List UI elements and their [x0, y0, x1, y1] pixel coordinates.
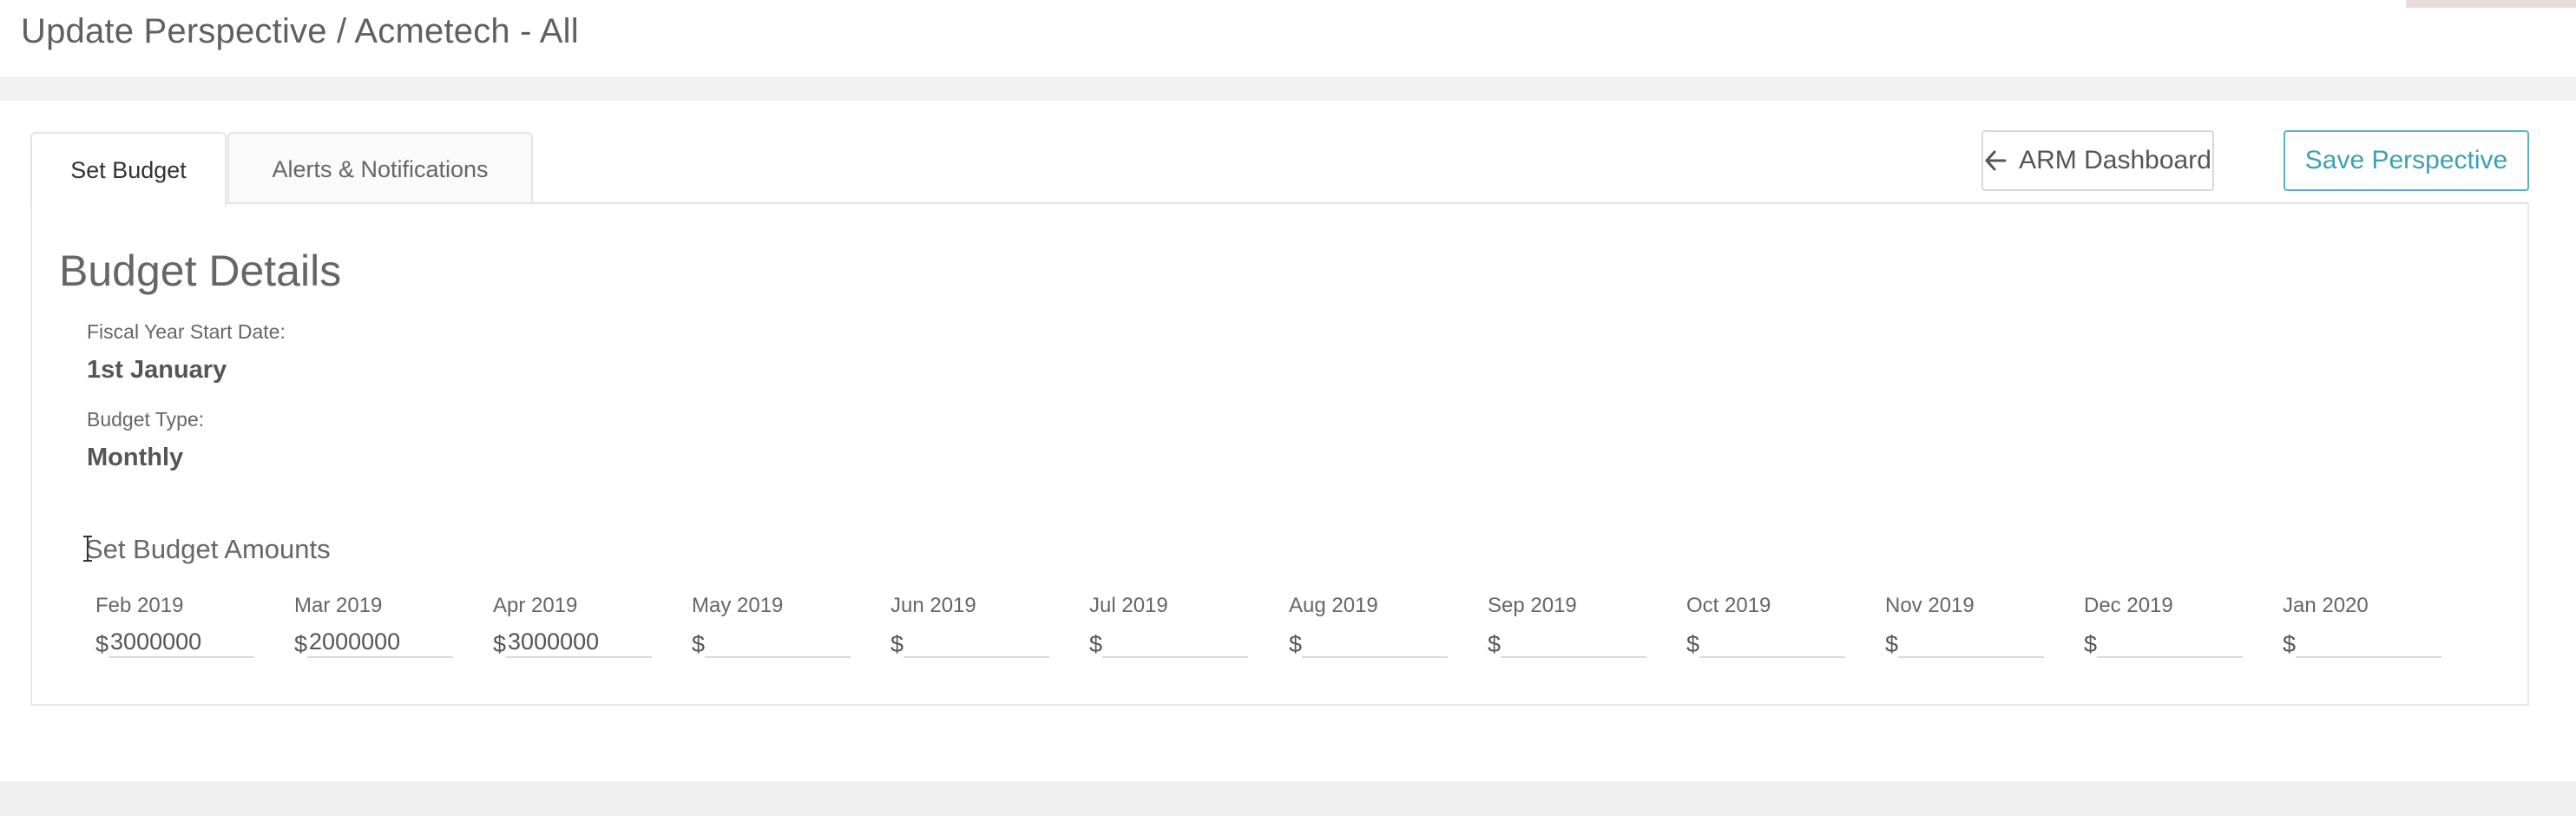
amount-row: $ — [890, 627, 1050, 658]
month-label: Mar 2019 — [294, 594, 383, 617]
currency-symbol: $ — [692, 631, 706, 657]
amount-row: $ — [1885, 627, 2045, 658]
budget-amount-input[interactable] — [1898, 628, 2045, 658]
currency-symbol: $ — [493, 631, 507, 657]
arrow-left-icon — [1985, 150, 2007, 171]
month-col: Feb 2019 $ — [95, 594, 260, 658]
month-col: Jun 2019 $ — [890, 594, 1055, 658]
month-col: Jul 2019 $ — [1089, 594, 1254, 658]
currency-symbol: $ — [1686, 631, 1700, 657]
currency-symbol: $ — [1488, 631, 1502, 657]
currency-symbol: $ — [890, 631, 904, 657]
budget-amount-input[interactable] — [307, 628, 454, 658]
month-label: May 2019 — [692, 594, 784, 617]
currency-symbol: $ — [2283, 631, 2297, 657]
corner-thumbnail — [2406, 0, 2576, 8]
month-col: Sep 2019 $ — [1488, 594, 1653, 658]
currency-symbol: $ — [294, 631, 308, 657]
budget-amount-input[interactable] — [506, 628, 653, 658]
month-label: Sep 2019 — [1488, 594, 1577, 617]
amount-row: $ — [1686, 627, 1846, 658]
month-col: May 2019 $ — [692, 594, 857, 658]
month-label: Feb 2019 — [95, 594, 184, 617]
budget-amount-input[interactable] — [2296, 628, 2442, 658]
month-col: Apr 2019 $ — [493, 594, 658, 658]
amount-row: $ — [1488, 627, 1647, 658]
set-budget-amounts-title: Set Budget Amounts — [85, 534, 331, 564]
budget-amount-input[interactable] — [108, 628, 255, 658]
amount-row: $ — [2084, 627, 2244, 658]
month-label: Dec 2019 — [2084, 594, 2173, 617]
amount-row: $ — [692, 627, 851, 658]
budget-amount-input[interactable] — [1699, 628, 1846, 658]
fiscal-year-value: 1st January — [87, 356, 227, 384]
bottom-strip — [0, 781, 2576, 816]
page-title: Update Perspective / Acmetech - All — [21, 12, 579, 50]
currency-symbol: $ — [1089, 631, 1103, 657]
tab-set-budget[interactable]: Set Budget — [30, 132, 227, 207]
arm-dashboard-label: ARM Dashboard — [2019, 146, 2211, 174]
amount-row: $ — [1289, 627, 1449, 658]
budget-amount-input[interactable] — [904, 628, 1050, 658]
month-label: Nov 2019 — [1885, 594, 1975, 617]
month-col: Aug 2019 $ — [1289, 594, 1454, 658]
arm-dashboard-button[interactable]: ARM Dashboard — [1981, 130, 2214, 191]
month-label: Jul 2019 — [1089, 594, 1168, 617]
amount-row: $ — [493, 627, 653, 658]
month-col: Oct 2019 $ — [1686, 594, 1851, 658]
save-perspective-button[interactable]: Save Perspective — [2284, 130, 2529, 191]
top-bar: Update Perspective / Acmetech - All — [0, 0, 2576, 78]
month-label: Jan 2020 — [2283, 594, 2369, 617]
month-col: Dec 2019 $ — [2084, 594, 2249, 658]
budget-amount-input[interactable] — [1501, 628, 1647, 658]
month-col: Mar 2019 $ — [294, 594, 459, 658]
amount-row: $ — [294, 627, 454, 658]
amount-row: $ — [1089, 627, 1249, 658]
budget-amount-input[interactable] — [2097, 628, 2244, 658]
currency-symbol: $ — [1289, 631, 1303, 657]
month-label: Apr 2019 — [493, 594, 578, 617]
currency-symbol: $ — [1885, 631, 1899, 657]
budget-type-value: Monthly — [87, 444, 184, 471]
budget-type-label: Budget Type: — [87, 408, 205, 431]
budget-details-title: Budget Details — [59, 247, 342, 295]
month-col: Jan 2020 $ — [2283, 594, 2448, 658]
fiscal-year-label: Fiscal Year Start Date: — [87, 320, 286, 343]
month-label: Oct 2019 — [1686, 594, 1771, 617]
budget-amount-input[interactable] — [1302, 628, 1449, 658]
currency-symbol: $ — [2084, 631, 2098, 657]
budget-amount-input[interactable] — [705, 628, 851, 658]
tab-alerts-notifications[interactable]: Alerts & Notifications — [227, 132, 533, 205]
amount-row: $ — [2283, 627, 2442, 658]
budget-amount-input[interactable] — [1102, 628, 1249, 658]
month-label: Aug 2019 — [1289, 594, 1378, 617]
text-cursor-icon — [83, 536, 92, 562]
currency-symbol: $ — [95, 631, 109, 657]
amount-row: $ — [95, 627, 255, 658]
month-col: Nov 2019 $ — [1885, 594, 2050, 658]
month-label: Jun 2019 — [890, 594, 976, 617]
